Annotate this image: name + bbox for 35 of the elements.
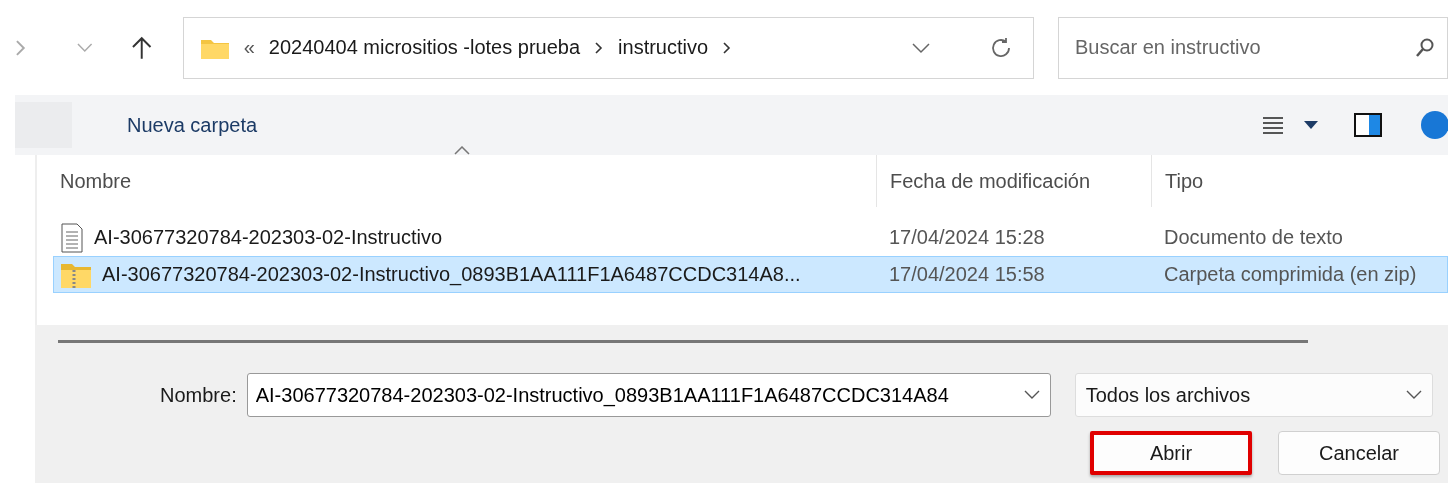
name-label: Nombre: [160,383,237,407]
new-folder-button[interactable]: Nueva carpeta [127,109,258,141]
file-name: AI-30677320784-202303-02-Instructivo_0893B1AA111F1A6487CCDC314A8... [102,263,801,286]
file-type-dropdown[interactable]: Todos los archivos [1074,373,1433,417]
column-header[interactable]: Fecha de modificación [890,169,1091,193]
sort-caret-icon [454,145,470,155]
file-row[interactable]: AI-30677320784-202303-02-Instructivo_0893B1AA111F1A6487CCDC314A8... 17/04/2024 15:58 Carpeta comprimida (en zip) [53,256,1448,293]
file-name-field[interactable]: AI-30677320784-202303-02-Instructivo_0893B1AA111F1A6487CCDC314A84 [246,373,1051,417]
file-date: 17/04/2024 15:58 [889,263,1045,285]
search-field[interactable]: Buscar en instructivo [1057,16,1448,79]
breadcrumb[interactable]: instructivo [618,36,709,59]
open-button[interactable]: Abrir [1090,431,1252,475]
text-file-icon [60,222,84,253]
column-header[interactable]: Tipo [1165,169,1204,193]
file-name: AI-30677320784-202303-02-Instructivo [94,226,443,249]
file-type: Documento de texto [1164,226,1343,248]
file-type: Carpeta comprimida (en zip) [1164,263,1417,285]
chevron-down-icon [1405,390,1422,400]
chevron-down-icon[interactable] [1023,390,1040,400]
up-arrow-icon[interactable] [131,34,153,61]
chevron-right-icon[interactable] [594,40,605,55]
file-date: 17/04/2024 15:28 [889,226,1045,248]
search-icon [1414,36,1436,59]
chevron-down-icon[interactable] [910,41,931,54]
overflow-chevron[interactable]: « [243,36,255,59]
dropdown-icon[interactable] [1304,121,1318,129]
help-icon[interactable] [1420,110,1448,140]
address-bar[interactable]: « 20240404 micrositios -lotes prueba instructivo [182,16,1034,79]
preview-pane-icon[interactable] [1354,113,1382,137]
cancel-button[interactable]: Cancelar [1278,431,1440,475]
view-list-icon[interactable] [1262,115,1284,135]
chevron-right-icon[interactable] [722,40,733,55]
breadcrumb[interactable]: 20240404 micrositios -lotes prueba [268,36,581,59]
file-row[interactable]: AI-30677320784-202303-02-Instructivo 17/04/2024 15:28 Documento de texto [53,219,1448,256]
column-header[interactable]: Nombre [60,169,132,193]
